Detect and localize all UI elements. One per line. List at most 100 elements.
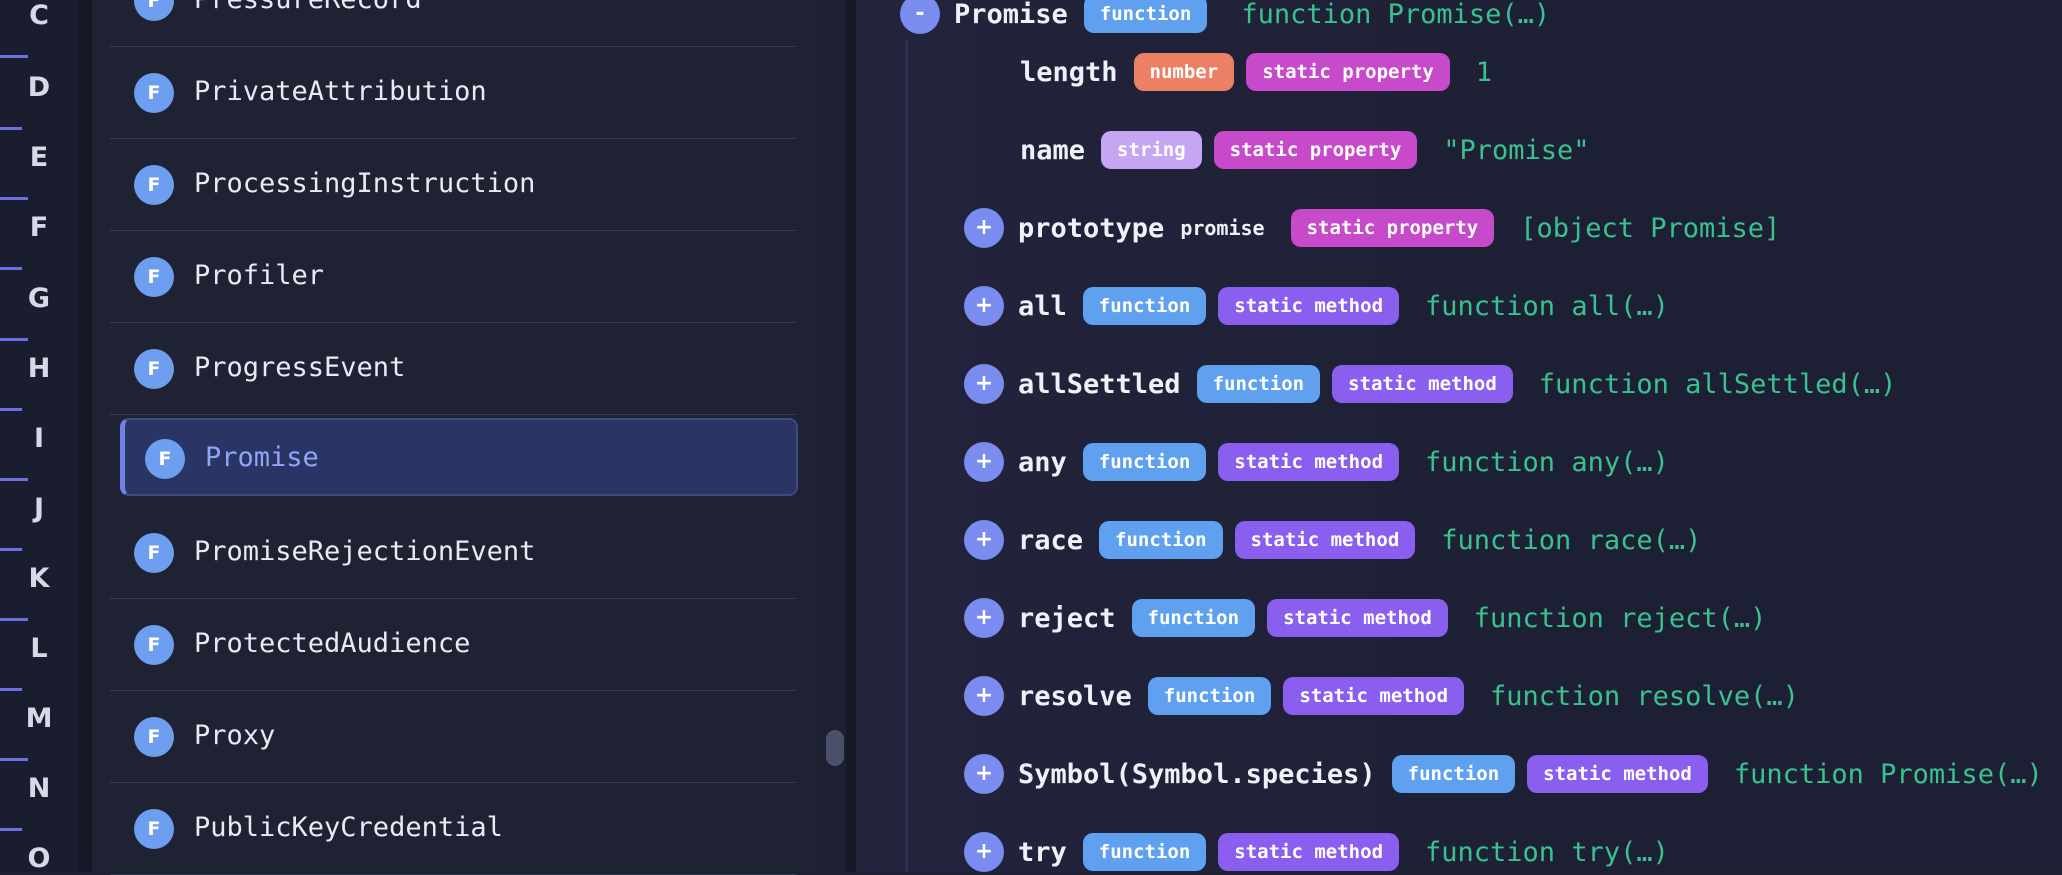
list-item-label: PressureRecord <box>194 0 422 15</box>
list-item[interactable]: F ProgressEvent <box>110 322 796 415</box>
property-row[interactable]: name string static property "Promise" <box>1020 129 1590 171</box>
type-pill: function <box>1083 0 1208 33</box>
property-row[interactable]: + any function static method function any(…) <box>964 441 1669 483</box>
alphabet-tick <box>0 478 28 481</box>
expand-icon[interactable]: + <box>964 520 1004 560</box>
property-name: name <box>1020 134 1086 166</box>
alphabet-tick <box>0 55 28 58</box>
property-row[interactable]: + try function static method function try(…) <box>964 831 1669 873</box>
alphabet-tick <box>0 618 28 621</box>
collapse-icon[interactable]: - <box>900 0 940 34</box>
list-item-label: Profiler <box>194 260 325 291</box>
property-name: Symbol(Symbol.species) <box>1018 758 1376 790</box>
list-item[interactable]: F ProcessingInstruction <box>110 138 796 231</box>
list-item-label: Promise <box>205 442 319 473</box>
kind-pill: static method <box>1332 365 1513 403</box>
alphabet-letter-e[interactable]: E <box>0 142 78 173</box>
property-row[interactable]: + Symbol(Symbol.species) function static me… <box>964 753 2043 795</box>
alphabet-tick <box>0 758 28 761</box>
property-name: allSettled <box>1018 368 1181 400</box>
alphabet-tick <box>0 338 28 341</box>
function-badge-icon: F <box>134 0 174 21</box>
property-value: function Promise(…) <box>1241 0 1551 30</box>
alphabet-tick <box>0 408 22 411</box>
list-item-label: ProtectedAudience <box>194 628 471 659</box>
list-item-label: PrivateAttribution <box>194 76 487 107</box>
kind-pill: static method <box>1527 755 1708 793</box>
function-badge-icon: F <box>134 625 174 665</box>
property-name: prototype <box>1018 212 1165 244</box>
list-scrollbar-thumb[interactable] <box>826 730 844 766</box>
list-item[interactable]: F PromiseRejectionEvent <box>110 506 796 599</box>
list-item-label: PublicKeyCredential <box>194 812 503 843</box>
property-value: function race(…) <box>1441 524 1702 556</box>
expand-icon[interactable]: + <box>964 208 1004 248</box>
property-row[interactable]: + all function static method function all(…) <box>964 285 1669 327</box>
alphabet-tick <box>0 127 22 130</box>
expand-icon[interactable]: + <box>964 364 1004 404</box>
type-pill: function <box>1391 755 1516 793</box>
alphabet-letter-j[interactable]: J <box>0 493 78 524</box>
list-item[interactable]: F Proxy <box>110 690 796 783</box>
expand-icon[interactable]: + <box>964 442 1004 482</box>
alphabet-letter-i[interactable]: I <box>0 423 78 454</box>
type-pill: function <box>1131 599 1256 637</box>
function-badge-icon: F <box>134 349 174 389</box>
kind-pill: static method <box>1218 833 1400 871</box>
alphabet-letter-l[interactable]: L <box>0 633 78 664</box>
property-value: function resolve(…) <box>1490 680 1799 712</box>
property-row[interactable]: + race function static method function race(… <box>964 519 1701 561</box>
property-value: function any(…) <box>1425 446 1669 478</box>
type-pill: function <box>1147 677 1272 715</box>
property-row[interactable]: length number static property 1 <box>1020 51 1492 93</box>
list-item[interactable]: F Promise <box>120 418 798 496</box>
alphabet-letter-k[interactable]: K <box>0 563 78 594</box>
list-item-label: ProcessingInstruction <box>194 168 536 199</box>
list-item[interactable]: F ProtectedAudience <box>110 598 796 691</box>
list-item-label: PromiseRejectionEvent <box>194 536 536 567</box>
property-row[interactable]: + allSettled function static method function… <box>964 363 1896 405</box>
property-value: [object Promise] <box>1520 212 1781 244</box>
panel-divider[interactable] <box>846 0 856 872</box>
type-pill: number <box>1133 53 1235 91</box>
alphabet-letter-g[interactable]: G <box>0 283 78 314</box>
alphabet-letter-h[interactable]: H <box>0 353 78 384</box>
list-item[interactable]: F Profiler <box>110 230 796 323</box>
expand-icon[interactable]: + <box>964 754 1004 794</box>
property-name: reject <box>1018 602 1116 634</box>
alphabet-letter-m[interactable]: M <box>0 703 78 734</box>
alphabet-letter-o[interactable]: O <box>0 843 78 874</box>
tree-root-row[interactable]: - Promise function function Promise(…) <box>900 0 1550 35</box>
property-value: function allSettled(…) <box>1538 368 1897 400</box>
expand-icon[interactable]: + <box>964 832 1004 872</box>
alphabet-letter-d[interactable]: D <box>0 72 78 103</box>
expand-icon[interactable]: + <box>964 598 1004 638</box>
list-item[interactable]: F PublicKeyCredential <box>110 782 796 875</box>
function-badge-icon: F <box>134 533 174 573</box>
type-pill: promise <box>1180 216 1265 240</box>
expand-icon[interactable]: + <box>964 676 1004 716</box>
property-row[interactable]: + reject function static method function rej… <box>964 597 1766 639</box>
property-row[interactable]: + prototype promise static property [object … <box>964 207 1780 249</box>
list-item[interactable]: F PressureRecord <box>110 0 796 47</box>
alphabet-letter-c[interactable]: C <box>0 0 78 31</box>
type-pill: function <box>1082 443 1207 481</box>
function-badge-icon: F <box>134 165 174 205</box>
type-pill: function <box>1082 833 1207 871</box>
expand-icon[interactable]: + <box>964 286 1004 326</box>
alphabet-letter-f[interactable]: F <box>0 212 78 243</box>
property-row[interactable]: + resolve function static method function re… <box>964 675 1799 717</box>
alphabet-tick <box>0 548 22 551</box>
property-value: function try(…) <box>1425 836 1669 868</box>
function-badge-icon: F <box>134 73 174 113</box>
list-item[interactable]: F PrivateAttribution <box>110 46 796 139</box>
kind-pill: static method <box>1218 287 1400 325</box>
type-pill: function <box>1099 521 1223 559</box>
property-name: any <box>1018 446 1067 478</box>
property-name: race <box>1018 524 1084 556</box>
alphabet-letter-n[interactable]: N <box>0 773 78 804</box>
function-badge-icon: F <box>145 439 185 479</box>
type-pill: string <box>1101 131 1202 169</box>
property-value: "Promise" <box>1443 134 1590 166</box>
list-item-label: Proxy <box>194 720 276 751</box>
